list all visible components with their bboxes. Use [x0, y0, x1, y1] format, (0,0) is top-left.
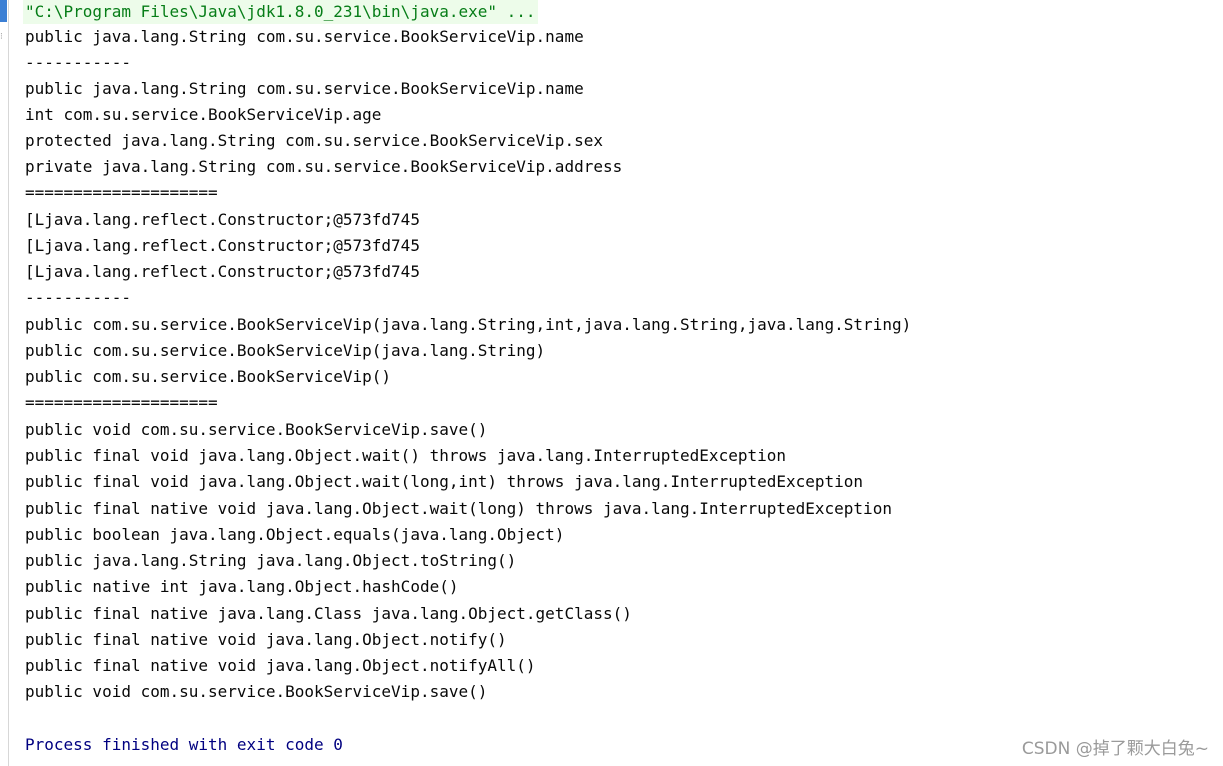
console-line: private java.lang.String com.su.service.… — [25, 157, 623, 176]
console-line: public java.lang.String com.su.service.B… — [25, 79, 584, 98]
console-line: protected java.lang.String com.su.servic… — [25, 131, 603, 150]
console-line: public boolean java.lang.Object.equals(j… — [25, 525, 565, 544]
console-line: public final void java.lang.Object.wait(… — [25, 446, 786, 465]
console-line: int com.su.service.BookServiceVip.age — [25, 105, 382, 124]
console-line: [Ljava.lang.reflect.Constructor;@573fd74… — [25, 236, 420, 255]
console-line: public void com.su.service.BookServiceVi… — [25, 420, 488, 439]
console-line: public native int java.lang.Object.hashC… — [25, 577, 459, 596]
console-line: public java.lang.String java.lang.Object… — [25, 551, 517, 570]
scroll-marker-icon: ⁝ — [0, 32, 3, 42]
exit-status-line: Process finished with exit code 0 — [25, 735, 343, 754]
console-line: public final native void java.lang.Objec… — [25, 499, 892, 518]
run-tab-indicator[interactable] — [0, 0, 7, 22]
console-line: public com.su.service.BookServiceVip(jav… — [25, 315, 912, 334]
console-line: [Ljava.lang.reflect.Constructor;@573fd74… — [25, 262, 420, 281]
console-output: "C:\Program Files\Java\jdk1.8.0_231\bin\… — [23, 0, 1205, 766]
console-line: public final native java.lang.Class java… — [25, 604, 632, 623]
console-line: public com.su.service.BookServiceVip(jav… — [25, 341, 546, 360]
console-line: ==================== — [25, 183, 218, 202]
console-line: public final void java.lang.Object.wait(… — [25, 472, 864, 491]
console-line: public com.su.service.BookServiceVip() — [25, 367, 392, 386]
console-gutter: ⁝ — [0, 0, 9, 766]
run-console-window: { "console": { "command": "\"C:\\Program… — [0, 0, 1223, 766]
console-line: public void com.su.service.BookServiceVi… — [25, 682, 488, 701]
run-command-line: "C:\Program Files\Java\jdk1.8.0_231\bin\… — [23, 0, 538, 24]
console-line: public java.lang.String com.su.service.B… — [25, 27, 584, 46]
console-line: [Ljava.lang.reflect.Constructor;@573fd74… — [25, 210, 420, 229]
console-line: public final native void java.lang.Objec… — [25, 656, 536, 675]
console-line: ==================== — [25, 393, 218, 412]
console-line: ----------- — [25, 53, 131, 72]
console-line: public final native void java.lang.Objec… — [25, 630, 507, 649]
console-line: ----------- — [25, 288, 131, 307]
csdn-watermark: CSDN @掉了颗大白兔~ — [1021, 739, 1209, 759]
